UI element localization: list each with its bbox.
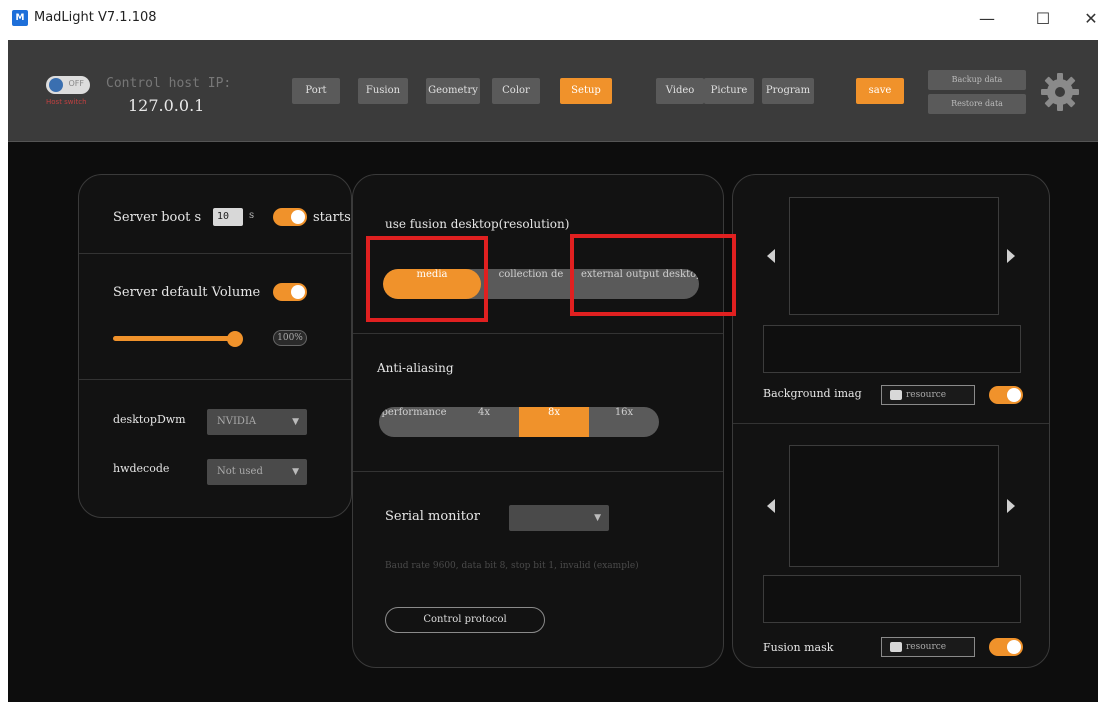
app-logo-icon: M (12, 10, 28, 26)
anti-aliasing-label: Anti-aliasing (377, 361, 454, 375)
annotation-box-media (366, 236, 488, 322)
color-button[interactable]: Color (492, 78, 540, 104)
port-button[interactable]: Port (292, 78, 340, 104)
desktop-dwm-label: desktopDwm (113, 413, 186, 426)
host-switch-toggle[interactable]: OFF (46, 76, 90, 94)
fusion-mask-toggle[interactable] (989, 638, 1023, 656)
server-boot-unit: s (249, 210, 255, 221)
background-path-box (763, 325, 1021, 373)
geometry-button[interactable]: Geometry (426, 78, 480, 104)
fusion-button[interactable]: Fusion (358, 78, 408, 104)
restore-data-button[interactable]: Restore data (928, 94, 1026, 114)
video-button[interactable]: Video (656, 78, 704, 104)
serial-hint-text: Baud rate 9600, data bit 8, stop bit 1, … (385, 561, 639, 571)
section-divider (79, 379, 351, 380)
server-boot-toggle[interactable] (273, 208, 307, 226)
next-mask-arrow-icon[interactable] (1007, 499, 1015, 513)
fusion-mask-resource-label: resource (906, 642, 947, 652)
next-background-arrow-icon[interactable] (1007, 249, 1015, 263)
fusion-mask-label: Fusion mask (763, 641, 834, 654)
anti-aliasing-selector: performance 4x 8x 16x (379, 407, 659, 437)
title-bar: M MadLight V7.1.108 — ☐ ✕ (8, 0, 1107, 40)
server-volume-toggle[interactable] (273, 283, 307, 301)
section-divider (733, 423, 1049, 424)
fusion-mask-path-box (763, 575, 1021, 623)
backup-data-button[interactable]: Backup data (928, 70, 1026, 90)
settings-gear-icon[interactable] (1038, 70, 1082, 114)
control-host-ip: 127.0.0.1 (128, 96, 205, 115)
aa-option-8x[interactable]: 8x (519, 407, 589, 437)
aa-option-16x[interactable]: 16x (589, 407, 659, 437)
setup-button[interactable]: Setup (560, 78, 612, 104)
fusion-option-collection[interactable]: collection de (481, 269, 581, 299)
toggle-knob (1007, 640, 1021, 654)
background-resource-button[interactable]: resource (881, 385, 975, 405)
section-divider (353, 471, 723, 472)
fusion-mask-resource-button[interactable]: resource (881, 637, 975, 657)
section-divider (79, 253, 351, 254)
annotation-box-external-output (570, 234, 736, 316)
media-resource-panel: Background imag resource Fusion mask res… (732, 174, 1050, 668)
hwdecode-select[interactable]: Not used ▼ (207, 459, 307, 485)
chevron-down-icon: ▼ (292, 417, 299, 427)
server-boot-seconds-input[interactable]: 10 (213, 208, 243, 226)
toggle-knob (291, 285, 305, 299)
volume-slider-thumb[interactable] (227, 331, 243, 347)
top-toolbar: OFF Host switch Control host IP: 127.0.0… (8, 40, 1098, 142)
host-toggle-state: OFF (68, 79, 85, 88)
hwdecode-value: Not used (217, 466, 263, 477)
minimize-button[interactable]: — (970, 6, 1004, 32)
desktop-dwm-value: NVIDIA (217, 416, 257, 427)
window-title: MadLight V7.1.108 (34, 10, 157, 25)
toggle-knob (291, 210, 305, 224)
previous-background-arrow-icon[interactable] (767, 249, 775, 263)
section-divider (353, 333, 723, 334)
host-switch-caption: Host switch (46, 98, 87, 106)
app-window: OFF Host switch Control host IP: 127.0.0… (8, 40, 1098, 702)
background-image-preview (789, 197, 999, 315)
fusion-mask-preview (789, 445, 999, 567)
hwdecode-label: hwdecode (113, 462, 170, 475)
picture-button[interactable]: Picture (704, 78, 754, 104)
aa-option-performance[interactable]: performance (379, 407, 449, 437)
starts-label: starts (313, 210, 351, 225)
server-settings-panel: Server boot s 10 s starts Server default… (78, 174, 352, 518)
folder-icon (890, 642, 902, 652)
server-boot-label: Server boot s (113, 210, 202, 225)
serial-monitor-select[interactable]: ▼ (509, 505, 609, 531)
program-button[interactable]: Program (762, 78, 814, 104)
aa-option-4x[interactable]: 4x (449, 407, 519, 437)
server-volume-label: Server default Volume (113, 285, 261, 300)
fusion-desktop-label: use fusion desktop(resolution) (385, 217, 570, 231)
previous-mask-arrow-icon[interactable] (767, 499, 775, 513)
control-protocol-button[interactable]: Control protocol (385, 607, 545, 633)
background-resource-label: resource (906, 390, 947, 400)
background-image-label: Background imag (763, 387, 862, 400)
save-button[interactable]: save (856, 78, 904, 104)
volume-slider-track[interactable] (113, 336, 237, 341)
desktop-dwm-select[interactable]: NVIDIA ▼ (207, 409, 307, 435)
toggle-knob (1007, 388, 1021, 402)
maximize-button[interactable]: ☐ (1026, 6, 1060, 32)
close-button[interactable]: ✕ (1074, 6, 1107, 32)
volume-percent-readout: 100% (273, 330, 307, 346)
serial-monitor-label: Serial monitor (385, 509, 480, 524)
control-host-label: Control host IP: (106, 76, 232, 91)
folder-icon (890, 390, 902, 400)
toggle-knob (49, 78, 63, 92)
background-image-toggle[interactable] (989, 386, 1023, 404)
chevron-down-icon: ▼ (594, 513, 601, 523)
chevron-down-icon: ▼ (292, 467, 299, 477)
